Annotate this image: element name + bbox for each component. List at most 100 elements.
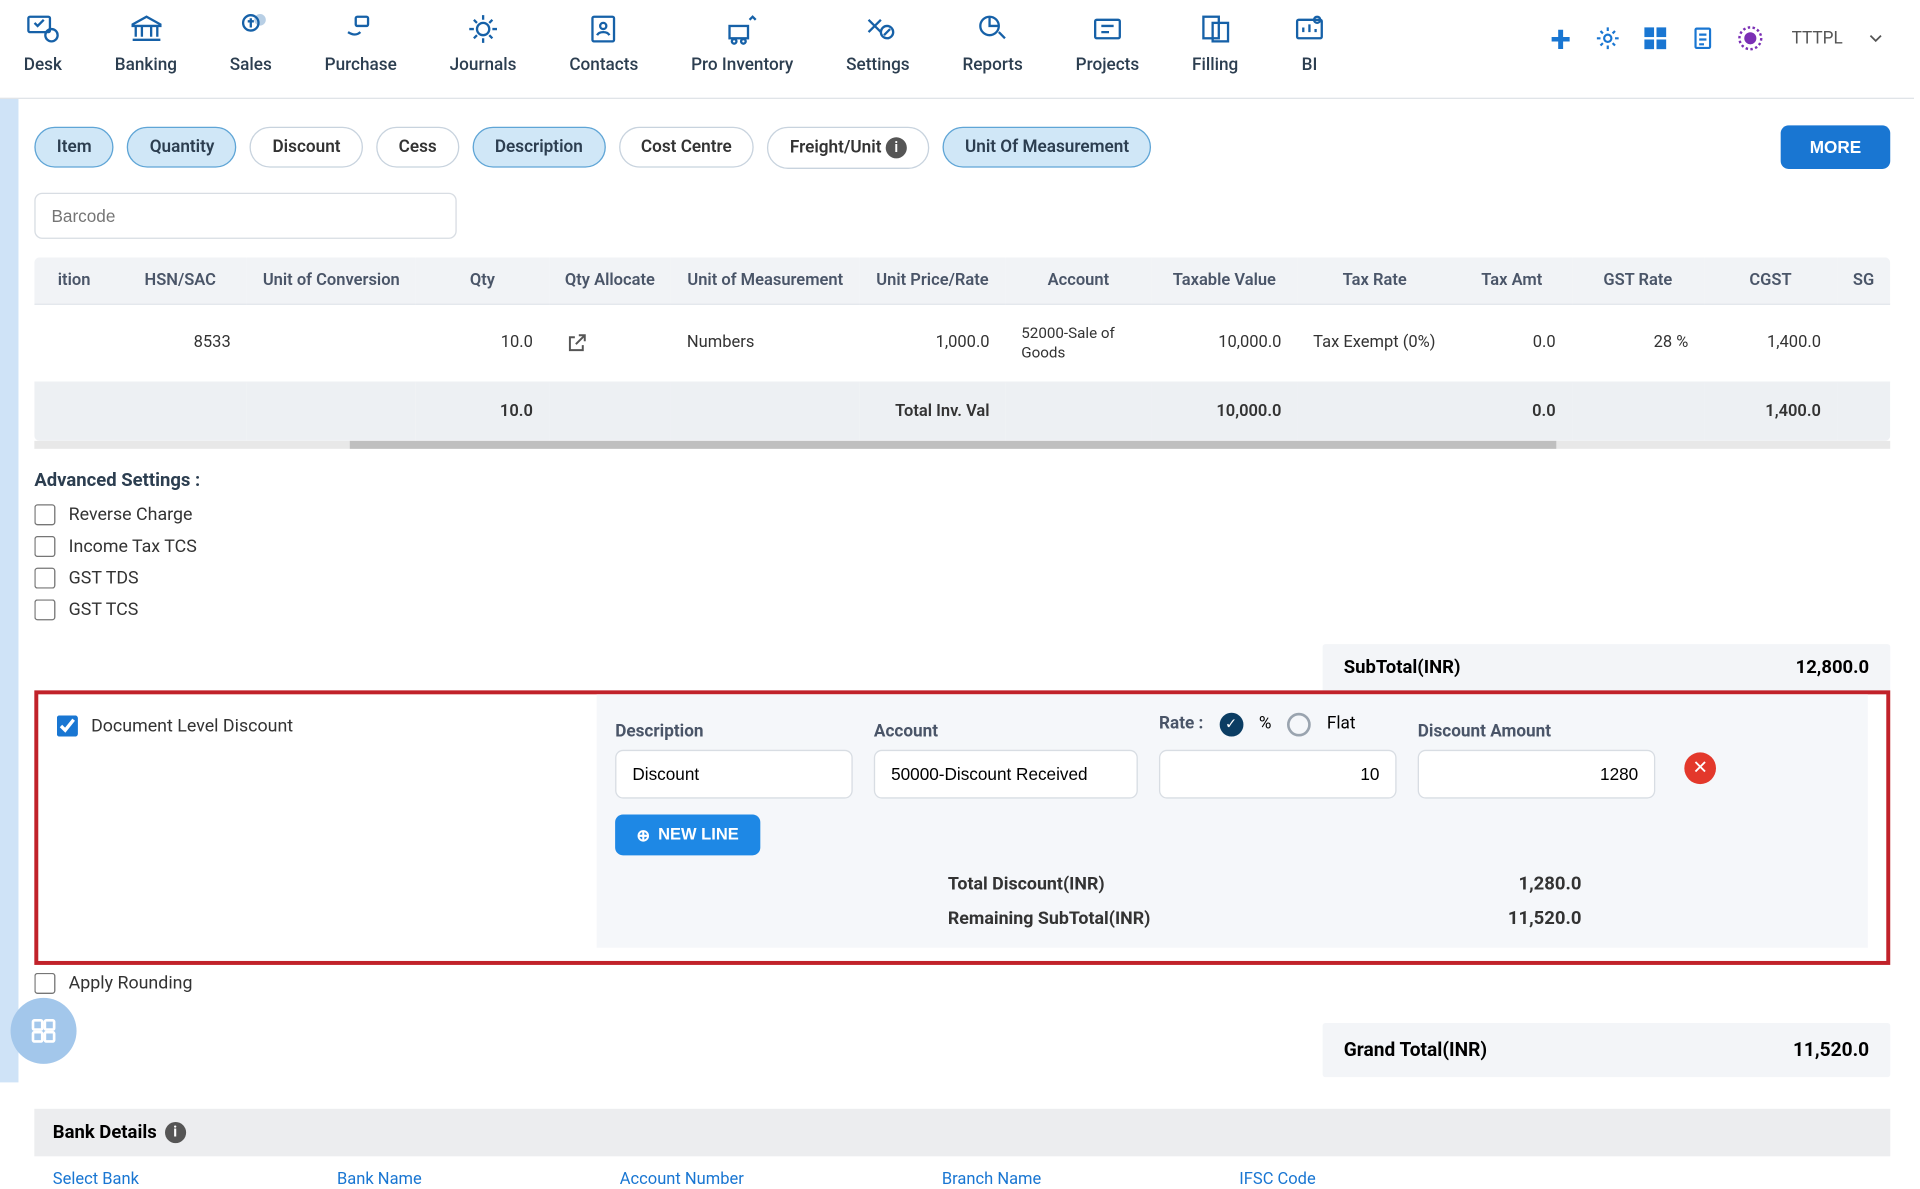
filling-icon [1197,11,1234,48]
barcode-input[interactable] [34,193,456,239]
chip-cess[interactable]: Cess [376,127,459,168]
nav-sales[interactable]: Sales [230,11,272,76]
nav-banking[interactable]: Banking [115,11,177,76]
th-unit-price: Unit Price/Rate [859,257,1005,304]
checkbox-label: Apply Rounding [69,973,193,994]
checkbox-income-tax-tcs[interactable]: Income Tax TCS [34,536,1890,557]
left-blue-stripe [0,99,18,1082]
checkbox-label: Income Tax TCS [69,536,197,557]
chip-description[interactable]: Description [472,127,605,168]
nav-reports[interactable]: Reports [962,11,1022,76]
discount-acct-input[interactable] [874,750,1138,799]
gear-icon[interactable] [1594,24,1623,53]
grand-total-label: Grand Total(INR) [1344,1039,1487,1061]
th-sgst: SG [1837,257,1890,304]
chip-uom[interactable]: Unit Of Measurement [943,127,1152,168]
more-button[interactable]: MORE [1781,125,1891,169]
nav-contacts[interactable]: Contacts [569,11,638,76]
nav-journals[interactable]: Journals [450,11,517,76]
document-discount-section: Document Level Discount Description Acco… [34,690,1890,965]
calculator-icon[interactable] [1641,24,1670,53]
th-tax-rate: Tax Rate [1297,257,1452,304]
journals-icon [465,11,502,48]
chip-quantity[interactable]: Quantity [127,127,237,168]
clipboard-icon[interactable] [1689,24,1718,53]
checkbox-label: GST TDS [69,567,139,588]
nav-projects[interactable]: Projects [1076,11,1140,76]
checkbox-gst-tds[interactable]: GST TDS [34,567,1890,588]
nav-label: Pro Inventory [691,55,793,75]
new-badge-icon[interactable] [1736,24,1765,53]
bank-details-header[interactable]: Bank Details i [34,1109,1890,1157]
percent-label: % [1259,715,1272,735]
th-cgst: CGST [1704,257,1837,304]
th-ition: ition [34,257,114,304]
table-row[interactable]: 8533 10.0 Numbers 1,000.0 52000-Sale of … [34,304,1890,382]
nav-purchase[interactable]: Purchase [325,11,397,76]
discount-desc-input[interactable] [615,750,853,799]
nav-label: Purchase [325,55,397,75]
desk-icon [24,11,61,48]
discount-amount-input[interactable] [1418,750,1656,799]
th-qty: Qty [416,257,549,304]
checkbox-document-level-discount[interactable]: Document Level Discount [57,715,293,736]
radio-flat[interactable] [1287,713,1311,737]
settings-icon [859,11,896,48]
company-name: TTTPL [1792,28,1843,48]
new-line-button[interactable]: ⊕ NEW LINE [615,814,760,855]
nav-desk[interactable]: Desk [24,11,62,76]
th-qty-allocate: Qty Allocate [549,257,671,304]
projects-icon [1089,11,1126,48]
total-label: Total Inv. Val [859,382,1005,440]
th-tax-amt: Tax Amt [1452,257,1571,304]
nav-settings[interactable]: Settings [846,11,910,76]
apps-fab-button[interactable] [11,998,77,1064]
cell-qty: 10.0 [416,304,549,382]
chip-item[interactable]: Item [34,127,114,168]
total-discount-label: Total Discount(INR) [948,874,1423,895]
plus-circle-icon: ⊕ [636,825,650,845]
nav-filling[interactable]: Filling [1192,11,1238,76]
nav-label: Contacts [569,55,638,75]
chevron-down-icon[interactable] [1861,24,1890,53]
info-icon: i [886,137,907,158]
th-taxable: Taxable Value [1151,257,1297,304]
bank-name-label: Bank Name [337,1169,422,1189]
flat-label: Flat [1327,715,1356,735]
nav-pro-inventory[interactable]: Pro Inventory [691,11,793,76]
items-table: ition HSN/SAC Unit of Conversion Qty Qty… [34,257,1890,440]
inventory-icon [724,11,761,48]
nav-label: Desk [24,55,62,75]
bank-details-title: Bank Details [53,1122,157,1143]
add-icon[interactable]: + [1546,24,1575,53]
checkbox-gst-tcs[interactable]: GST TCS [34,599,1890,620]
top-navigation: Desk Banking Sales Purchase Journals Con… [0,0,1914,99]
total-qty: 10.0 [416,382,549,440]
chip-cost-centre[interactable]: Cost Centre [618,127,754,168]
checkbox-reverse-charge[interactable]: Reverse Charge [34,504,1890,525]
chip-discount[interactable]: Discount [250,127,363,168]
chip-freight[interactable]: Freight/Unit i [767,126,929,168]
nav-bi[interactable]: BI [1291,11,1328,76]
cell-allocate[interactable] [549,304,671,382]
checkbox-apply-rounding[interactable]: Apply Rounding [34,973,1890,994]
radio-percent[interactable] [1219,713,1243,737]
discount-panel: Description Account Rate : % Flat [597,694,1868,947]
cell-account: 52000-Sale of Goods [1005,304,1151,382]
nav-label: Reports [962,55,1022,75]
items-table-wrapper[interactable]: ition HSN/SAC Unit of Conversion Qty Qty… [34,257,1890,440]
subtotal-bar: SubTotal(INR) 12,800.0 [1323,644,1891,692]
subtotal-label: SubTotal(INR) [1344,657,1461,678]
nav-label: Filling [1192,55,1238,75]
th-hsn: HSN/SAC [114,257,247,304]
grand-total-value: 11,520.0 [1793,1039,1869,1061]
rate-value-input[interactable] [1159,750,1397,799]
discount-desc-label: Description [615,722,853,742]
sales-icon [232,11,269,48]
remove-line-button[interactable]: ✕ [1684,753,1716,785]
horizontal-scrollbar[interactable] [34,441,1890,449]
cell-uom: Numbers [671,304,859,382]
bank-select-label: Select Bank [53,1169,139,1189]
th-account: Account [1005,257,1151,304]
nav-label: Banking [115,55,177,75]
